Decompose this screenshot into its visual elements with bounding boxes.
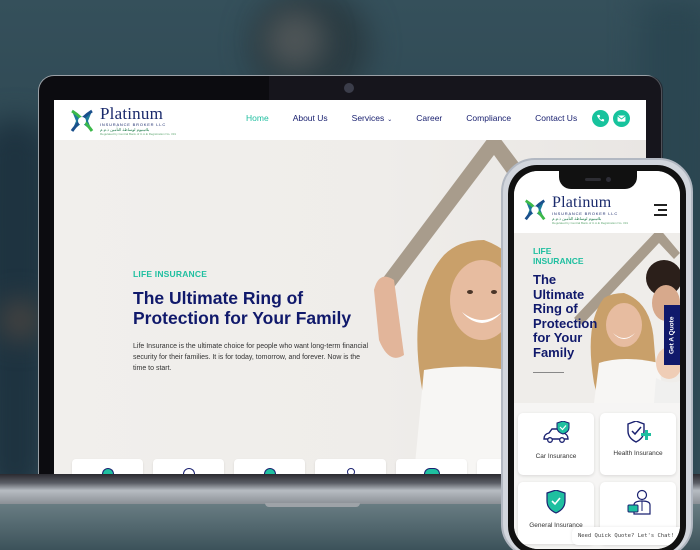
service-label: Car Insurance <box>535 453 577 460</box>
logo-registration: Regulated by Central Bank of U.A.E Regis… <box>552 221 629 225</box>
service-card[interactable] <box>153 459 224 475</box>
nav-services[interactable]: Services ⌄ <box>352 113 393 123</box>
background-hand-blur <box>0 300 40 340</box>
nav-about-us[interactable]: About Us <box>293 113 328 123</box>
business-person-icon <box>627 489 651 515</box>
hero-description: Life Insurance is the ultimate choice fo… <box>133 343 369 372</box>
mobile-hero-title: The Ultimate Ring of Protection for Your… <box>533 272 598 360</box>
phone-device: Platinum INSURANCE BROKER LLC بلاتينيوم … <box>501 158 693 550</box>
service-label: Health Insurance <box>613 450 663 457</box>
nav-compliance[interactable]: Compliance <box>466 113 511 123</box>
logo-mark-icon <box>522 197 548 223</box>
get-a-quote-button[interactable]: Get A Quote <box>664 305 680 365</box>
service-card[interactable] <box>396 459 467 475</box>
background-face-blur <box>265 10 325 70</box>
nav-career[interactable]: Career <box>416 113 442 123</box>
laptop-trackpad-notch <box>265 503 360 507</box>
chevron-down-icon: ⌄ <box>387 117 393 123</box>
phone-screen: Platinum INSURANCE BROKER LLC بلاتينيوم … <box>514 171 680 549</box>
service-card[interactable] <box>72 459 143 475</box>
service-card-car-insurance[interactable]: Car Insurance <box>518 413 594 475</box>
shield-check-icon <box>546 490 566 514</box>
laptop-camera <box>344 83 354 93</box>
mobile-hero-kicker: LIFE INSURANCE <box>533 246 584 266</box>
logo-name: Platinum <box>552 194 612 211</box>
main-nav: Home About Us Services ⌄ Career Complianc… <box>246 113 601 123</box>
service-cards-row <box>72 459 548 475</box>
service-card[interactable] <box>315 459 386 475</box>
nav-home[interactable]: Home <box>246 113 269 123</box>
logo-mark-icon <box>68 107 96 135</box>
car-shield-icon <box>543 421 570 443</box>
mobile-hero: LIFE INSURANCE The Ultimate Ring of Prot… <box>514 233 680 403</box>
site-header: Platinum INSURANCE BROKER LLC بلاتينيوم … <box>54 100 646 140</box>
chat-prompt-button[interactable]: Need Quick Quote? Let's Chat! <box>572 527 680 545</box>
mail-icon[interactable] <box>613 110 630 127</box>
site-logo[interactable]: Platinum INSURANCE BROKER LLC بلاتينيوم … <box>68 105 176 136</box>
nav-contact-us[interactable]: Contact Us <box>535 113 577 123</box>
hero-title: The Ultimate Ring of Protection for Your… <box>133 288 352 328</box>
phone-icon[interactable] <box>592 110 609 127</box>
mobile-logo[interactable]: Platinum INSURANCE BROKER LLC بلاتينيوم … <box>522 195 628 225</box>
nav-services-label: Services <box>351 113 385 123</box>
health-shield-icon <box>627 421 651 443</box>
divider <box>533 372 564 373</box>
hero-kicker: LIFE INSURANCE <box>133 269 208 279</box>
hamburger-menu-icon[interactable] <box>654 204 667 219</box>
service-card-health-insurance[interactable]: Health Insurance <box>600 413 676 475</box>
service-card[interactable] <box>234 459 305 475</box>
logo-registration: Regulated by Central Bank of U.A.E Regis… <box>100 132 177 136</box>
contact-icons <box>592 110 630 127</box>
phone-notch <box>559 171 637 189</box>
logo-name: Platinum <box>100 104 163 123</box>
